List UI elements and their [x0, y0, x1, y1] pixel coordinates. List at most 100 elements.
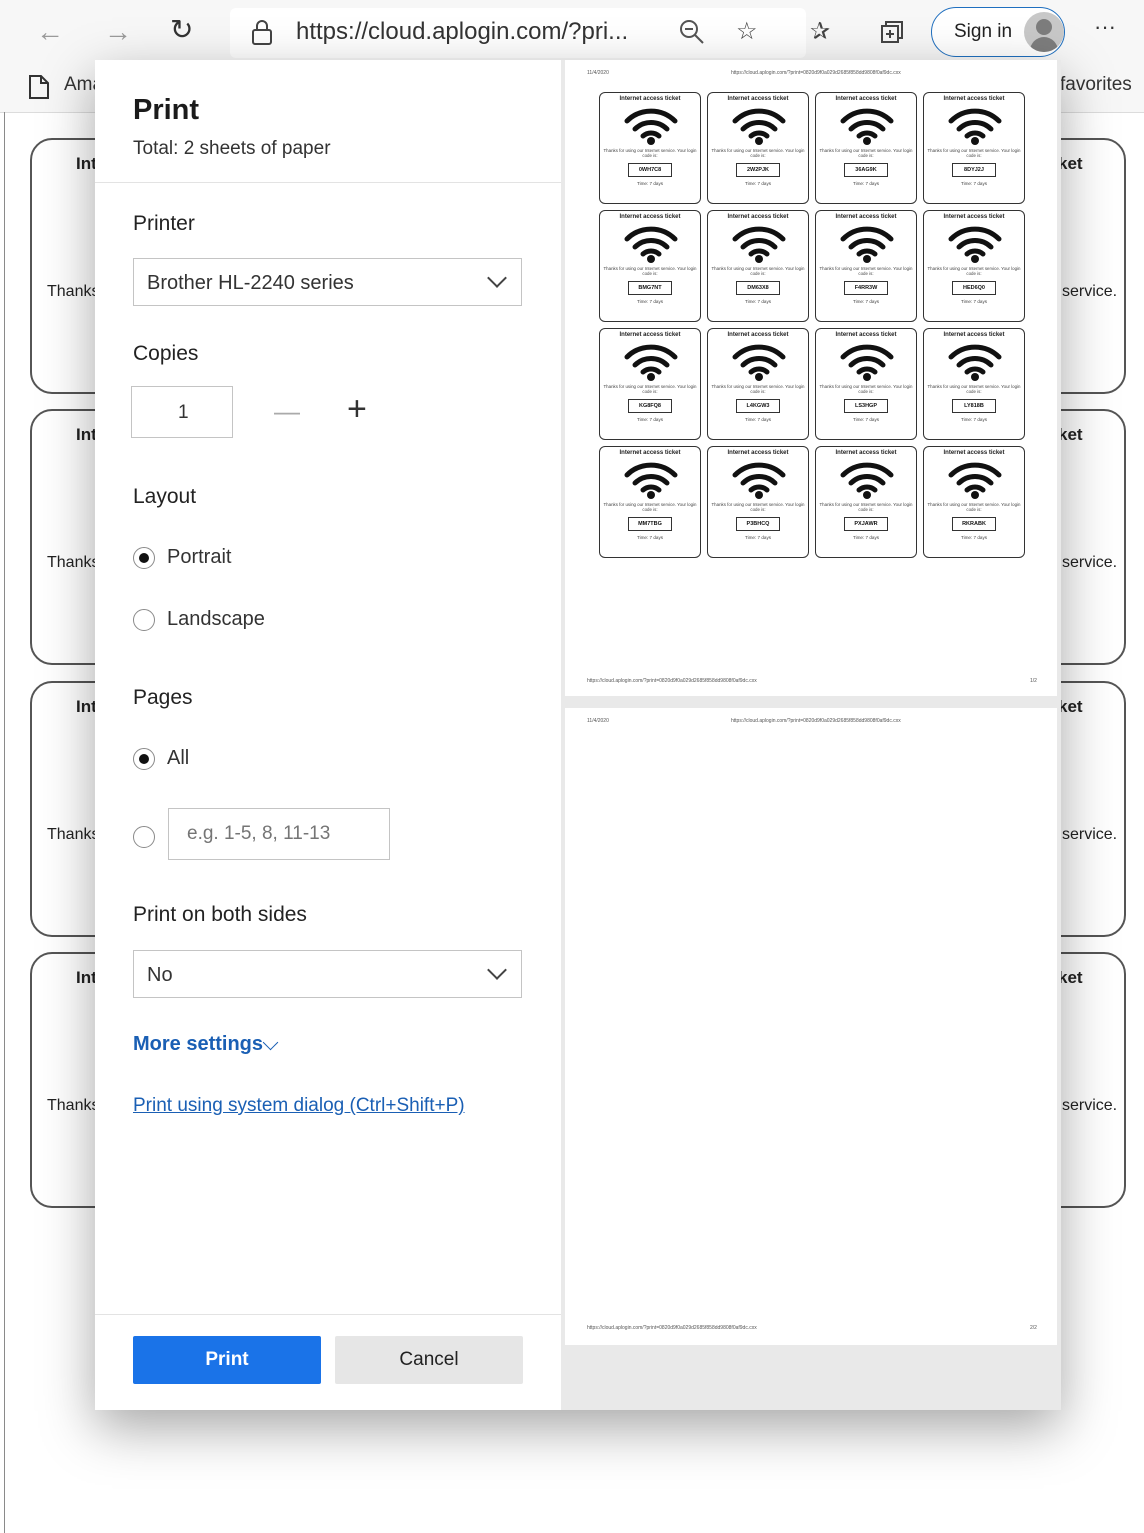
wifi-icon	[731, 107, 787, 150]
portrait-label[interactable]: Portrait	[167, 546, 231, 569]
wifi-icon	[947, 225, 1003, 268]
favorites-list-icon[interactable]: ✰	[810, 20, 830, 44]
back-icon[interactable]: ←	[36, 18, 64, 46]
increment-button[interactable]: +	[347, 390, 367, 429]
print-button[interactable]: Print	[133, 1336, 321, 1384]
duplex-label: Print on both sides	[133, 903, 307, 926]
ticket-text: Thanks for using our Internet service. Y…	[819, 148, 913, 158]
copies-input[interactable]: 1	[131, 386, 233, 438]
printer-value: Brother HL-2240 series	[147, 272, 354, 294]
wifi-icon	[623, 225, 679, 268]
ticket-card: Internet access ticket Thanks for using o…	[815, 210, 917, 322]
background-ticket-text: Thanks	[47, 1097, 100, 1114]
login-code: PXJAWR	[844, 517, 888, 531]
collections-icon[interactable]	[878, 18, 906, 51]
cancel-button[interactable]: Cancel	[335, 1336, 523, 1384]
forward-icon[interactable]: →	[104, 18, 132, 46]
lock-icon[interactable]	[250, 18, 274, 51]
ticket-card: Internet access ticket Thanks for using o…	[599, 210, 701, 322]
ticket-text: Thanks for using our Internet service. Y…	[711, 502, 805, 512]
ticket-title: Internet access ticket	[727, 214, 789, 220]
landscape-label[interactable]: Landscape	[167, 608, 265, 631]
ticket-text: Thanks for using our Internet service. Y…	[819, 384, 913, 394]
pages-range-radio[interactable]	[133, 826, 155, 848]
login-code: RKRABK	[952, 517, 996, 531]
ticket-card: Internet access ticket Thanks for using o…	[815, 92, 917, 204]
page-range-input[interactable]	[168, 808, 390, 860]
page-icon[interactable]	[28, 74, 50, 105]
ticket-time: Time: 7 days	[744, 181, 772, 186]
other-favorites[interactable]: favorites	[1060, 74, 1132, 96]
more-menu-icon[interactable]: ···	[1094, 14, 1116, 40]
login-code: DM63X8	[736, 281, 780, 295]
ticket-card: Internet access ticket Thanks for using o…	[923, 210, 1025, 322]
ticket-title: Internet access ticket	[727, 96, 789, 102]
ticket-time: Time: 7 days	[744, 417, 772, 422]
wifi-icon	[623, 107, 679, 150]
system-dialog-link[interactable]: Print using system dialog (Ctrl+Shift+P)	[133, 1095, 465, 1117]
background-ticket-text: service.	[1062, 826, 1118, 843]
zoom-icon[interactable]	[678, 18, 706, 51]
wifi-icon	[947, 107, 1003, 150]
pages-all-label[interactable]: All	[167, 747, 189, 770]
ticket-card: Internet access ticket Thanks for using o…	[707, 446, 809, 558]
ticket-card: Internet access ticket Thanks for using o…	[815, 446, 917, 558]
ticket-time: Time: 7 days	[744, 535, 772, 540]
ticket-title: Internet access ticket	[835, 96, 897, 102]
wifi-icon	[947, 461, 1003, 504]
ticket-title: Internet access ticket	[835, 214, 897, 220]
pages-label: Pages	[133, 686, 193, 709]
ticket-title: Internet access ticket	[943, 96, 1005, 102]
refresh-icon[interactable]: ↻	[170, 16, 193, 44]
copies-value: 1	[178, 402, 189, 423]
duplex-select[interactable]: No	[133, 950, 522, 998]
ticket-time: Time: 7 days	[960, 535, 988, 540]
decrement-button[interactable]: —	[274, 396, 300, 427]
sheet-total: Total: 2 sheets of paper	[133, 138, 331, 159]
background-ticket-text: Thanks	[47, 283, 100, 300]
landscape-radio[interactable]	[133, 609, 155, 631]
preview-sheet-1: 11/4/2020 https://cloud.aplogin.com/?pri…	[565, 60, 1057, 696]
ticket-title: Internet access ticket	[943, 332, 1005, 338]
sign-in-label[interactable]: Sign in	[954, 21, 1012, 43]
login-code: BMG7NT	[628, 281, 672, 295]
ticket-time: Time: 7 days	[636, 417, 664, 422]
login-code: KG8FQ8	[628, 399, 672, 413]
preview-sheet-2: 11/4/2020 https://cloud.aplogin.com/?pri…	[565, 708, 1057, 1345]
background-ticket-title: Int	[76, 154, 97, 173]
ticket-time: Time: 7 days	[636, 299, 664, 304]
url-text[interactable]: https://cloud.aplogin.com/?pri...	[296, 18, 628, 46]
sheet-page-number: 2/2	[1030, 1325, 1037, 1331]
avatar-icon[interactable]	[1024, 12, 1064, 52]
ticket-card: Internet access ticket Thanks for using o…	[599, 328, 701, 440]
favorite-star-icon[interactable]: ☆	[736, 20, 758, 44]
login-code: L4KGW3	[736, 399, 780, 413]
print-preview-panel[interactable]: 11/4/2020 https://cloud.aplogin.com/?pri…	[561, 60, 1061, 1410]
ticket-card: Internet access ticket Thanks for using o…	[599, 92, 701, 204]
login-code: 0WH7C8	[628, 163, 672, 177]
background-ticket-title: ket	[1058, 154, 1083, 173]
pages-all-radio[interactable]	[133, 748, 155, 770]
login-code: LS3HGP	[844, 399, 888, 413]
login-code: MM7TBG	[628, 517, 672, 531]
ticket-text: Thanks for using our Internet service. Y…	[819, 502, 913, 512]
ticket-card: Internet access ticket Thanks for using o…	[923, 92, 1025, 204]
printer-select[interactable]: Brother HL-2240 series	[133, 258, 522, 306]
login-code: 2W2PJK	[736, 163, 780, 177]
portrait-radio[interactable]	[133, 547, 155, 569]
background-ticket-text: service.	[1062, 283, 1118, 300]
ticket-title: Internet access ticket	[943, 450, 1005, 456]
print-settings-panel: Print Total: 2 sheets of paper Printer B…	[95, 60, 561, 1410]
ticket-card: Internet access ticket Thanks for using o…	[707, 92, 809, 204]
ticket-title: Internet access ticket	[727, 332, 789, 338]
sheet-date: 11/4/2020	[587, 70, 609, 76]
ticket-title: Internet access ticket	[943, 214, 1005, 220]
ticket-time: Time: 7 days	[636, 535, 664, 540]
chevron-down-icon[interactable]	[262, 1034, 279, 1051]
login-code: LY818B	[952, 399, 996, 413]
ticket-card: Internet access ticket Thanks for using o…	[599, 446, 701, 558]
ticket-time: Time: 7 days	[960, 299, 988, 304]
sheet-url: https://cloud.aplogin.com/?print=0820d9f…	[731, 718, 901, 724]
login-code: P3BHCQ	[736, 517, 780, 531]
more-settings-link[interactable]: More settings	[133, 1033, 263, 1056]
